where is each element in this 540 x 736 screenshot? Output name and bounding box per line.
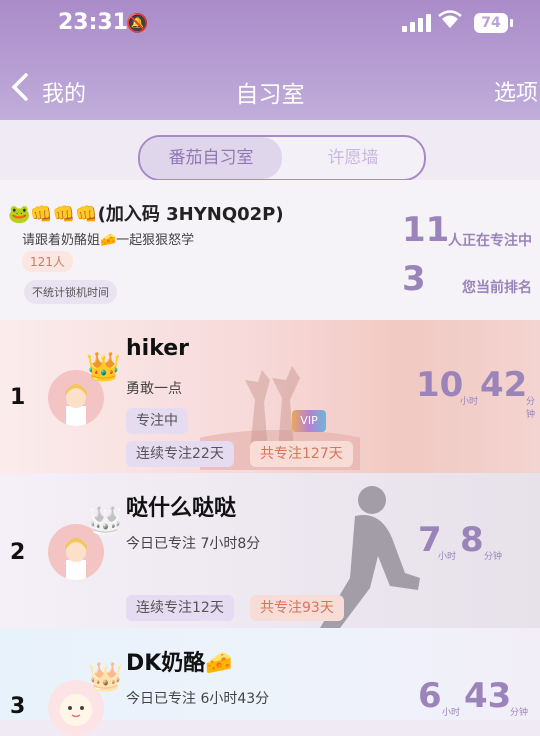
rank-value: 3 xyxy=(402,259,426,299)
user-name: DK奶酪🧀 xyxy=(126,651,233,676)
minute-unit: 分钟 xyxy=(510,708,529,718)
wifi-icon xyxy=(438,10,462,35)
tab-switcher: 番茄自习室 许愿墙 xyxy=(138,135,426,181)
streak-badge: 连续专注22天 xyxy=(126,441,234,467)
focus-hours: 6 xyxy=(418,676,442,716)
user-motto: 勇敢一点 xyxy=(126,381,182,397)
user-name: hiker xyxy=(126,336,190,361)
total-days-badge: 共专注93天 xyxy=(250,595,344,621)
today-focus-time: 今日已专注 6小时43分 xyxy=(126,691,270,707)
rank-number: 3 xyxy=(10,694,26,719)
member-count-badge[interactable]: 121人 xyxy=(22,251,73,272)
rank-number: 2 xyxy=(10,540,26,565)
battery-indicator: 74 xyxy=(474,13,508,33)
lock-time-note: 不统计锁机时间 xyxy=(24,280,117,304)
focus-minutes: 42 xyxy=(480,365,528,405)
gold-crown-icon: 👑 xyxy=(86,350,121,383)
mute-bell-icon: 🔕 xyxy=(126,13,149,34)
streak-badge: 连续专注12天 xyxy=(126,595,234,621)
today-focus-time: 今日已专注 7小时8分 xyxy=(126,536,261,552)
cellular-signal-icon xyxy=(402,14,432,32)
hour-unit: 小时 xyxy=(438,552,457,562)
minute-unit: 分钟 xyxy=(484,552,503,562)
battery-tip xyxy=(510,19,513,27)
vip-badge: VIP xyxy=(292,410,326,432)
tab-study-room[interactable]: 番茄自习室 xyxy=(140,137,282,179)
tab-wish-wall[interactable]: 许愿墙 xyxy=(282,137,424,179)
silver-crown-icon: 👑 xyxy=(88,504,123,537)
rank-label: 您当前排名 xyxy=(462,280,532,296)
status-badge: 专注中 xyxy=(126,408,188,434)
status-time: 23:31 xyxy=(58,10,129,35)
bronze-crown-icon: 👑 xyxy=(88,660,123,693)
focusing-label: 人正在专注中 xyxy=(448,233,532,249)
focus-minutes: 43 xyxy=(464,676,512,716)
focus-hours: 10 xyxy=(416,365,464,405)
minute-unit: 分钟 xyxy=(526,397,536,420)
room-description: 请跟着奶酪姐🧀一起狠狠怒学 xyxy=(22,233,195,248)
page-title: 自习室 xyxy=(235,82,305,108)
hour-unit: 小时 xyxy=(460,397,479,407)
rank-number: 1 xyxy=(10,385,26,410)
focus-minutes: 8 xyxy=(460,520,484,560)
hour-unit: 小时 xyxy=(442,708,461,718)
user-name: 哒什么哒哒 xyxy=(126,496,237,521)
options-button[interactable]: 选项 xyxy=(494,75,538,107)
focusing-count: 11 xyxy=(402,210,450,250)
room-name: 🐸👊👊👊(加入码 3HYNQ02P) xyxy=(8,204,284,225)
total-days-badge: 共专注127天 xyxy=(250,441,353,467)
